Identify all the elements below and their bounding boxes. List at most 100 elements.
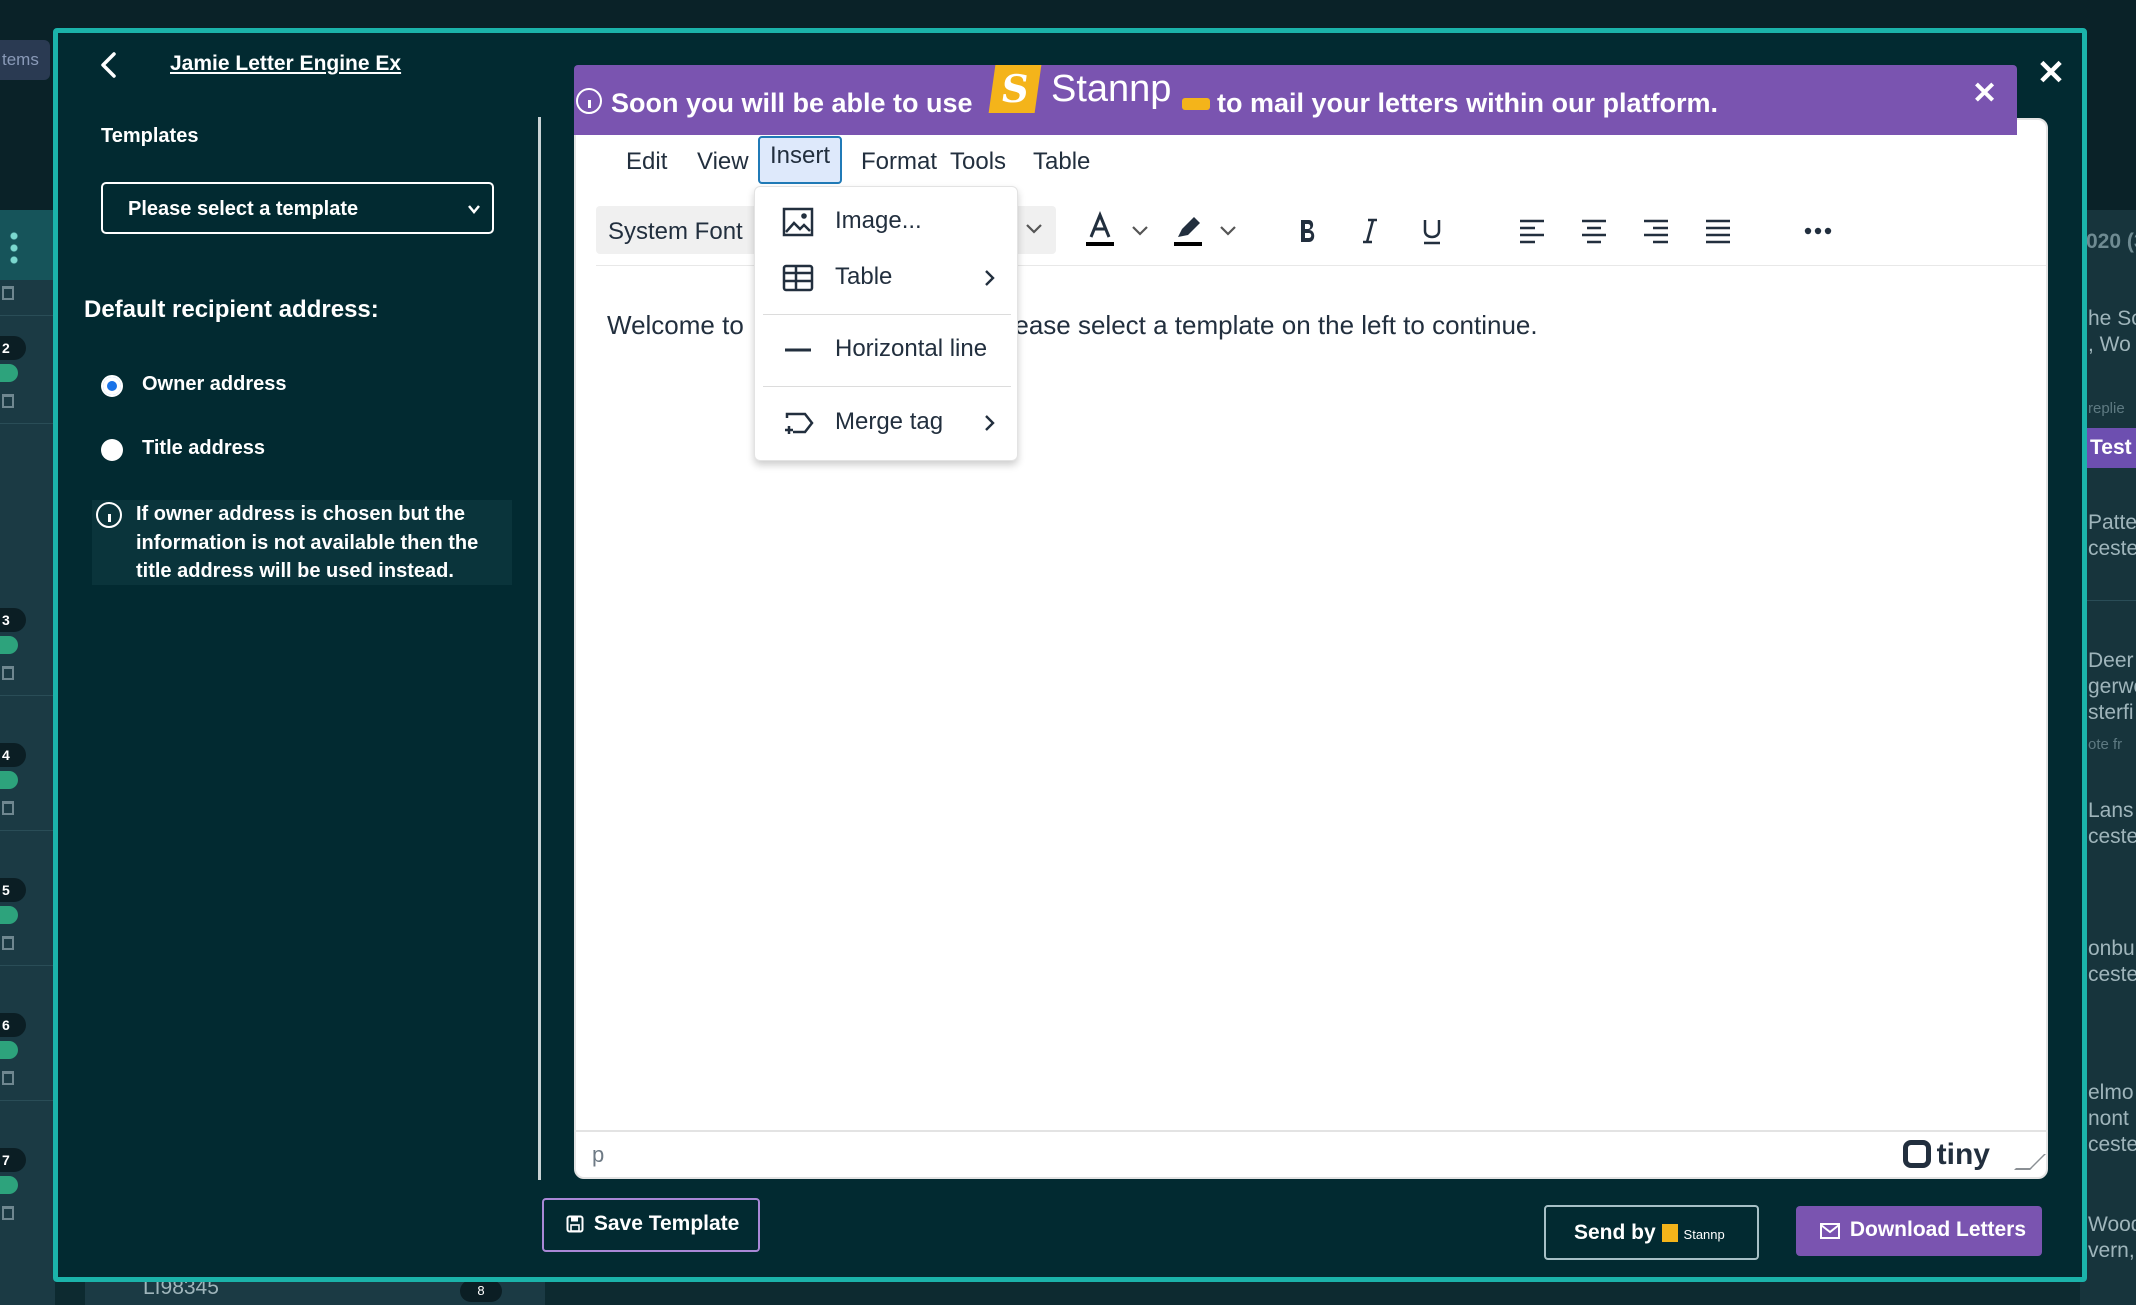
envelope-icon <box>1820 1223 1840 1239</box>
trash-icon <box>2 1071 14 1085</box>
save-icon <box>566 1215 584 1233</box>
download-letters-button[interactable]: Download Letters <box>1796 1206 2042 1256</box>
owner-address-radio[interactable] <box>101 375 123 397</box>
bold-button[interactable] <box>1286 204 1330 258</box>
trash-icon <box>2 394 14 408</box>
stannp-logo-icon: S <box>988 65 1042 113</box>
editor-content[interactable]: Welcome to . Please select a template on … <box>607 310 1538 341</box>
insert-image-item[interactable]: Image... <box>755 199 1017 245</box>
list-text: sterfi <box>2088 701 2134 724</box>
row-number-badge: 6 <box>0 1013 26 1037</box>
justify-button[interactable] <box>1696 204 1740 258</box>
info-icon <box>96 502 122 528</box>
list-text: vern, <box>2088 1239 2135 1262</box>
content-text-start: Welcome to <box>607 310 744 340</box>
text-color-dropdown[interactable] <box>1126 204 1154 258</box>
list-text: Lans <box>2088 799 2134 822</box>
row-number-badge: 5 <box>0 878 26 902</box>
justify-icon <box>1706 219 1730 244</box>
font-family-value: System Font <box>608 218 743 245</box>
align-left-button[interactable] <box>1510 204 1554 258</box>
info-icon <box>576 88 602 114</box>
default-recipient-address-label: Default recipient address: <box>84 296 379 323</box>
row-divider <box>0 1100 55 1101</box>
menu-format[interactable]: Format <box>851 142 947 190</box>
list-text: he Sc <box>2088 307 2136 330</box>
element-path[interactable]: p <box>592 1142 604 1168</box>
content-text-end: . Please select a template on the left t… <box>976 310 1538 340</box>
menu-tools[interactable]: Tools <box>940 142 1016 190</box>
underline-button[interactable] <box>1410 204 1454 258</box>
background-list-left: 1 2 3 4 5 6 7 <box>0 210 55 1305</box>
text-color-icon <box>1086 211 1114 246</box>
title-address-radio[interactable] <box>101 439 123 461</box>
row-number-badge: 3 <box>0 608 26 632</box>
template-select[interactable]: Please select a template <box>101 182 494 234</box>
count-badge: 8 <box>460 1280 502 1302</box>
highlight-color-dropdown[interactable] <box>1214 204 1242 258</box>
background-tab-chip: tems <box>0 40 50 80</box>
italic-button[interactable] <box>1348 204 1392 258</box>
highlighter-icon <box>1174 217 1202 246</box>
menu-divider <box>763 386 1011 387</box>
list-text: Patte <box>2088 511 2136 534</box>
highlight-color-button[interactable] <box>1168 204 1208 258</box>
row-divider <box>0 423 55 424</box>
kebab-menu-icon <box>10 230 18 266</box>
resize-handle[interactable] <box>2014 1154 2046 1170</box>
owner-address-label[interactable]: Owner address <box>142 373 287 396</box>
menu-table[interactable]: Table <box>1023 142 1100 190</box>
menu-view[interactable]: View <box>687 142 759 190</box>
menu-insert[interactable]: Insert <box>758 136 843 184</box>
close-modal-button[interactable]: ✕ <box>2036 56 2066 90</box>
list-text: ceste <box>2088 825 2136 848</box>
align-center-icon <box>1582 219 1606 244</box>
list-text: replie <box>2088 400 2125 417</box>
modal-title-link[interactable]: Jamie Letter Engine Ex <box>170 52 401 76</box>
title-address-label[interactable]: Title address <box>142 437 265 460</box>
align-center-button[interactable] <box>1572 204 1616 258</box>
list-text: Wood <box>2088 1213 2136 1236</box>
insert-table-item[interactable]: Table <box>755 255 1017 301</box>
stannp-announcement-banner: Soon you will be able to use S Stannp to… <box>574 65 2017 135</box>
save-template-button[interactable]: Save Template <box>542 1198 760 1252</box>
trash-icon <box>2 286 14 300</box>
avatar <box>0 636 18 654</box>
align-right-button[interactable] <box>1634 204 1678 258</box>
download-letters-label: Download Letters <box>1849 1218 2027 1241</box>
save-template-label: Save Template <box>593 1212 740 1235</box>
list-text: Deer <box>2088 649 2134 672</box>
row-divider <box>0 830 55 831</box>
list-text: ote fr <box>2088 736 2123 753</box>
list-text: ceste <box>2088 963 2136 986</box>
row-number-badge: 4 <box>0 743 26 767</box>
send-by-stannp-button[interactable]: Send by Stannp <box>1544 1205 1759 1260</box>
menu-divider <box>763 314 1011 315</box>
close-banner-button[interactable]: ✕ <box>1972 79 1997 109</box>
row-number-badge: 7 <box>0 1148 26 1172</box>
back-button[interactable] <box>95 48 123 82</box>
column-header: 020 (3 <box>2086 230 2136 253</box>
image-icon <box>782 207 814 237</box>
menu-edit[interactable]: Edit <box>616 142 677 190</box>
stannp-brand-label: Stannp <box>1683 1227 1725 1242</box>
tiny-logo[interactable]: tiny <box>1902 1138 1990 1172</box>
chevron-down-icon <box>468 205 480 214</box>
merge-tag-icon <box>785 412 814 434</box>
text-color-button[interactable] <box>1080 204 1120 258</box>
list-text: nont <box>2088 1107 2129 1130</box>
horizontal-line-icon <box>785 348 811 352</box>
banner-text-end: to mail your letters within our platform… <box>1217 88 1719 118</box>
more-tools-button[interactable] <box>1796 204 1840 258</box>
list-text: elmo <box>2088 1081 2134 1104</box>
trash-icon <box>2 1206 14 1220</box>
insert-merge-tag-item[interactable]: Merge tag <box>755 400 1017 446</box>
trash-icon <box>2 801 14 815</box>
chevron-right-icon <box>985 415 995 431</box>
bold-icon <box>1301 220 1315 242</box>
chevron-down-icon <box>1026 224 1042 234</box>
stannp-logo-text: Stannp <box>1051 68 1172 110</box>
template-select-value: Please select a template <box>128 198 359 220</box>
trash-icon <box>2 936 14 950</box>
insert-horizontal-line-item[interactable]: Horizontal line <box>755 327 1017 373</box>
